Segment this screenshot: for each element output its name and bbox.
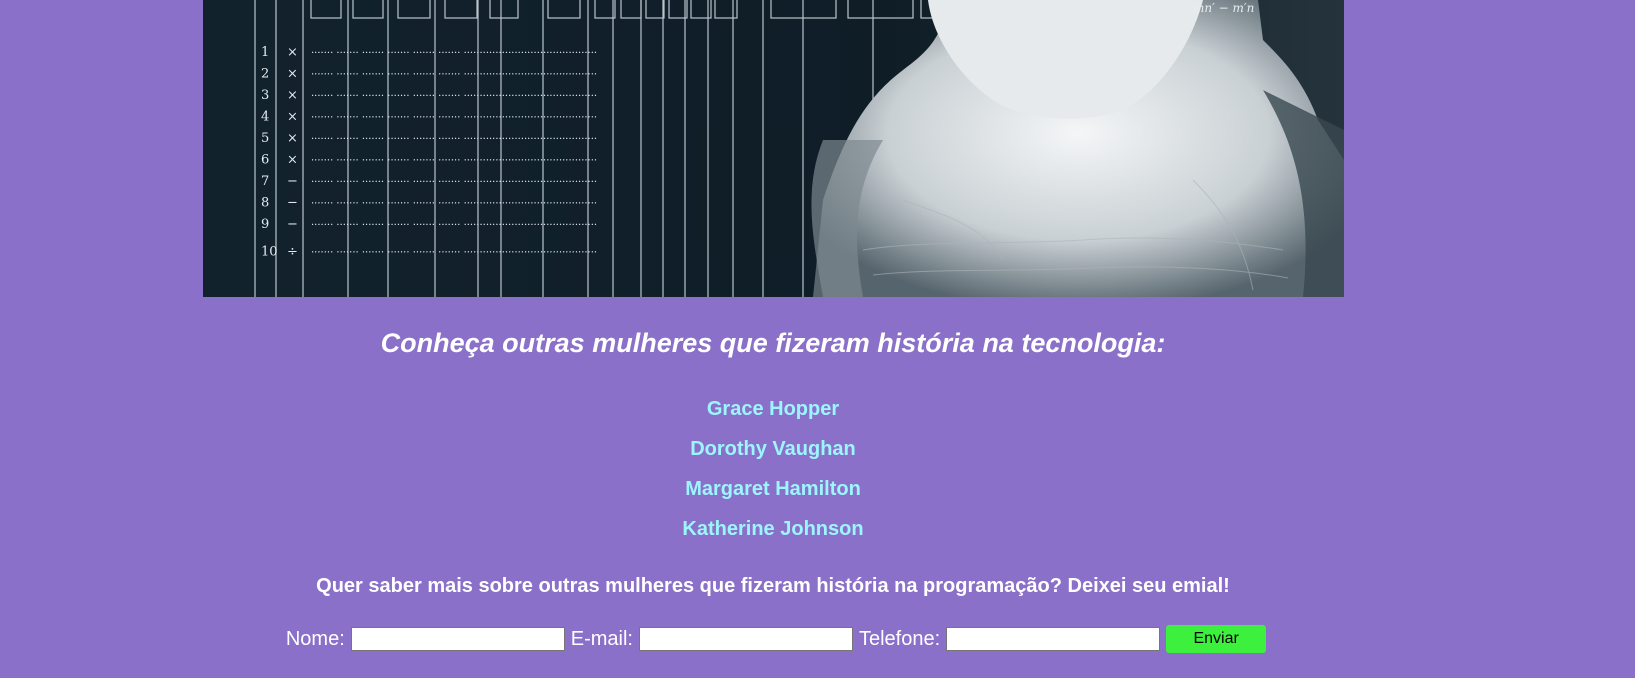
diagram-row-number: 9: [261, 217, 269, 232]
diagram-row-operator: ÷: [287, 245, 298, 260]
diagram-row-dots: ······· ······· ······· ······· ······· …: [311, 113, 597, 124]
diagram-row-operator: −: [287, 217, 298, 232]
diagram-row-dots: ······· ······· ······· ······· ······· …: [311, 48, 597, 59]
list-item: Katherine Johnson: [0, 516, 1546, 556]
link-katherine-johnson[interactable]: Katherine Johnson: [682, 518, 863, 540]
diagram-row-dots: ······· ······· ······· ······· ······· …: [311, 199, 597, 210]
diagram-row-number: 3: [261, 88, 269, 103]
diagram-row-dots: ······· ······· ······· ······· ······· …: [311, 134, 597, 145]
diagram-row-operator: ×: [287, 131, 298, 146]
diagram-row-number: 10: [261, 245, 278, 260]
analytical-engine-diagram-image: 1 × ······· ······· ······· ······· ······…: [203, 0, 1344, 297]
diagram-row-number: 1: [261, 45, 269, 60]
signup-form: Nome: E-mail: Telefone: Enviar: [0, 625, 1546, 653]
newsletter-cta-text: Quer saber mais sobre outras mulheres qu…: [316, 575, 1230, 597]
diagram-row-dots: ······· ······· ······· ······· ······· …: [311, 177, 597, 188]
link-margaret-hamilton[interactable]: Margaret Hamilton: [685, 478, 861, 500]
diagram-row-operator: ×: [287, 67, 298, 82]
diagram-row-number: 8: [261, 196, 269, 211]
diagram-row-dots: ······· ······· ······· ······· ······· …: [311, 91, 597, 102]
diagram-row-operator: ×: [287, 110, 298, 125]
diagram-row-number: 7: [261, 174, 269, 189]
women-links-list: Grace Hopper Dorothy Vaughan Margaret Ha…: [0, 396, 1546, 556]
diagram-row-dots: ······· ······· ······· ······· ······· …: [311, 220, 597, 231]
diagram-row-operator: −: [287, 196, 298, 211]
hero-image: 1 × ······· ······· ······· ······· ······…: [203, 0, 1344, 297]
diagram-row-number: 2: [261, 67, 269, 82]
list-item: Dorothy Vaughan: [0, 436, 1546, 476]
diagram-row-dots: ······· ······· ······· ······· ······· …: [311, 156, 597, 167]
diagram-row-number: 5: [261, 131, 269, 146]
diagram-row-dots: ······· ······· ······· ······· ······· …: [311, 248, 597, 259]
diagram-row-number: 6: [261, 153, 269, 168]
list-item: Grace Hopper: [0, 396, 1546, 436]
submit-button[interactable]: Enviar: [1166, 625, 1267, 653]
name-label: Nome:: [285, 627, 345, 650]
diagram-row-operator: ×: [287, 153, 298, 168]
diagram-row-dots: ······· ······· ······· ······· ······· …: [311, 70, 597, 81]
svg-text:mn′ − m′n: mn′ − m′n: [1193, 1, 1254, 15]
email-field[interactable]: [638, 627, 853, 651]
diagram-row-number: 4: [261, 110, 269, 125]
diagram-row-operator: ×: [287, 88, 298, 103]
link-grace-hopper[interactable]: Grace Hopper: [707, 398, 839, 420]
phone-field[interactable]: [946, 627, 1161, 651]
page-heading: Conheça outras mulheres que fizeram hist…: [380, 328, 1166, 358]
diagram-row-operator: −: [287, 174, 298, 189]
name-field[interactable]: [350, 627, 565, 651]
phone-label: Telefone:: [858, 627, 941, 650]
diagram-row-operator: ×: [287, 45, 298, 60]
link-dorothy-vaughan[interactable]: Dorothy Vaughan: [690, 438, 856, 460]
email-label: E-mail:: [570, 627, 633, 650]
list-item: Margaret Hamilton: [0, 476, 1546, 516]
